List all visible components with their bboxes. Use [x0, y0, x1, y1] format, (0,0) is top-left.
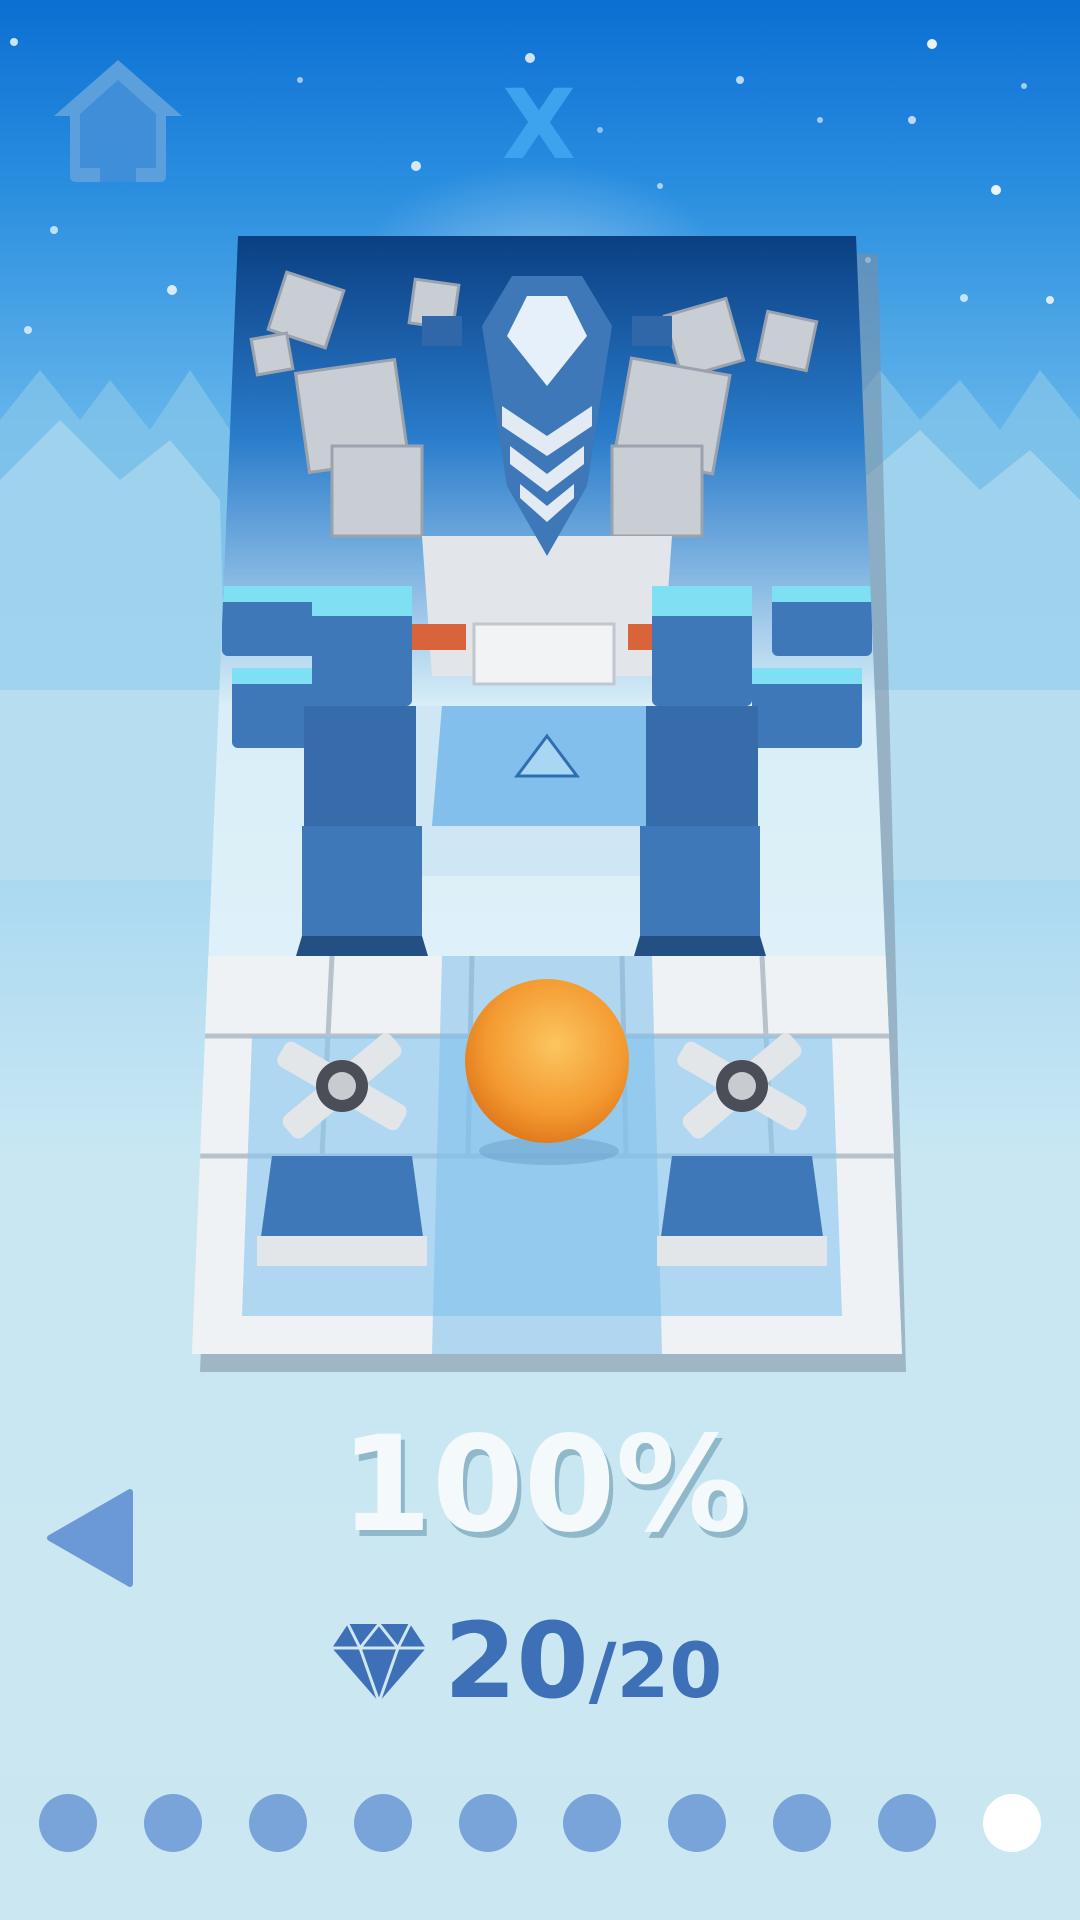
triangle-left-icon	[47, 1489, 133, 1587]
completion-percent: 100%	[340, 1408, 748, 1562]
gem-collected: 20	[444, 1600, 589, 1722]
home-button[interactable]	[50, 56, 186, 184]
previous-level-button[interactable]	[46, 1488, 134, 1588]
page-dot-6[interactable]	[563, 1794, 622, 1852]
gem-count: 20/20	[444, 1606, 722, 1716]
page-dot-7[interactable]	[668, 1794, 727, 1852]
page-dot-3[interactable]	[248, 1794, 307, 1852]
page-dot-5[interactable]	[458, 1794, 517, 1852]
level-scene-image	[192, 236, 902, 1354]
page-dot-10[interactable]	[982, 1794, 1041, 1852]
level-page-indicator	[39, 1794, 1041, 1852]
home-icon	[54, 60, 182, 182]
gem-counter: 20/20	[330, 1606, 750, 1716]
diamond-icon	[332, 1621, 426, 1704]
page-dot-2[interactable]	[143, 1794, 202, 1852]
page-dot-1[interactable]	[39, 1794, 97, 1852]
level-preview-card[interactable]	[192, 236, 910, 1374]
player-ball	[465, 979, 629, 1143]
gem-total: /20	[588, 1626, 723, 1715]
page-dot-8[interactable]	[773, 1794, 832, 1852]
page-dot-9[interactable]	[878, 1794, 936, 1852]
page-dot-4[interactable]	[353, 1794, 412, 1852]
level-title: X	[501, 69, 578, 181]
